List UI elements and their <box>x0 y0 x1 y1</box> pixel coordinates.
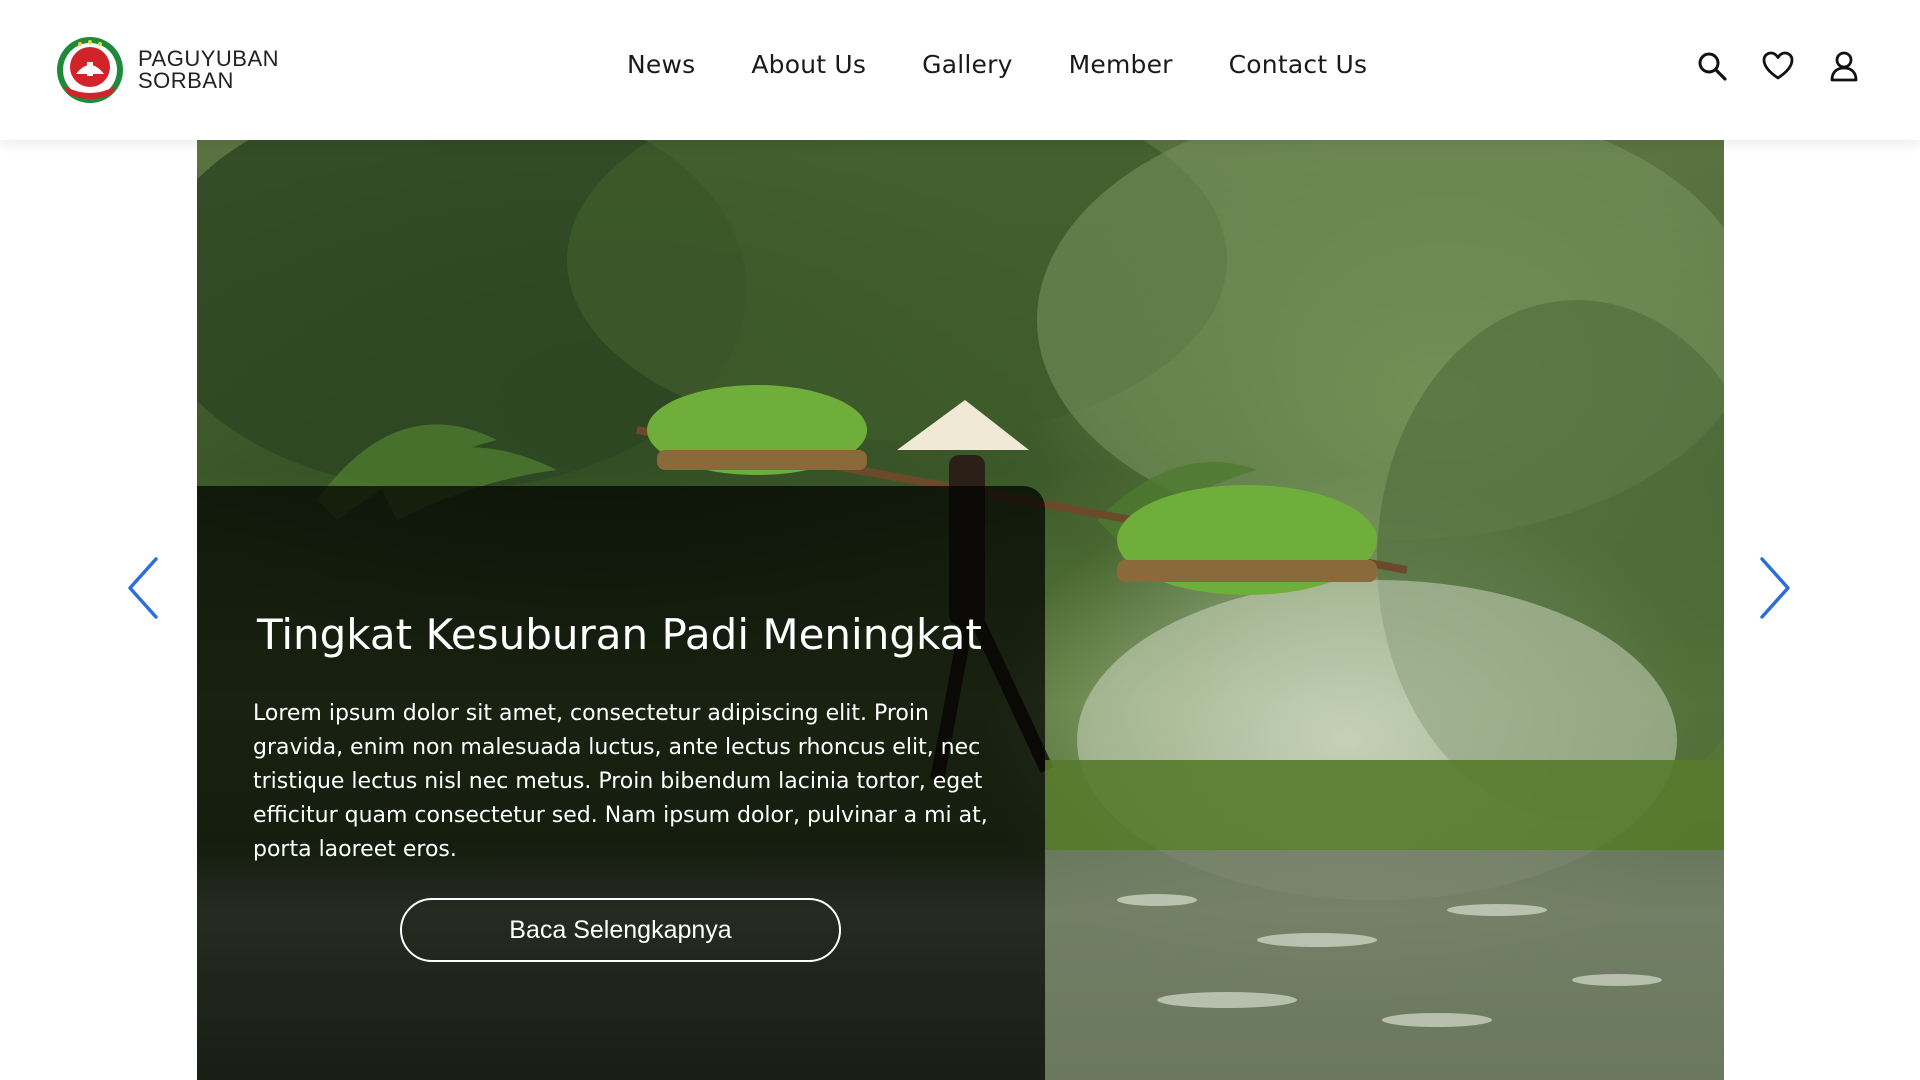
nav-item-gallery[interactable]: Gallery <box>922 50 1012 79</box>
brand-name: PAGUYUBAN SORBAN <box>138 48 279 92</box>
chevron-left-icon[interactable] <box>124 553 164 623</box>
heart-icon[interactable] <box>1762 50 1794 82</box>
header-actions <box>1696 50 1860 82</box>
user-icon[interactable] <box>1828 50 1860 82</box>
hero-caption-panel: Tingkat Kesuburan Padi Meningkat Lorem i… <box>197 486 1045 1080</box>
brand-line-1: PAGUYUBAN <box>138 46 280 71</box>
hero-title: Tingkat Kesuburan Padi Meningkat <box>257 610 982 659</box>
search-icon[interactable] <box>1696 50 1728 82</box>
brand-line-2: SORBAN <box>138 68 234 93</box>
read-more-button[interactable]: Baca Selengkapnya <box>400 898 841 962</box>
nav-item-member[interactable]: Member <box>1069 50 1173 79</box>
nav-item-contact-us[interactable]: Contact Us <box>1229 50 1368 79</box>
nav-item-about-us[interactable]: About Us <box>751 50 866 79</box>
site-header: PAGUYUBAN SORBAN News About Us Gallery M… <box>0 0 1920 140</box>
nav-item-news[interactable]: News <box>627 50 695 79</box>
paguyuban-sorban-logo <box>57 37 123 103</box>
brand[interactable]: PAGUYUBAN SORBAN <box>54 34 279 106</box>
main-nav: News About Us Gallery Member Contact Us <box>627 50 1423 79</box>
hero-description: Lorem ipsum dolor sit amet, consectetur … <box>253 701 988 862</box>
hero-slide: Tingkat Kesuburan Padi Meningkat Lorem i… <box>197 140 1724 1080</box>
chevron-right-icon[interactable] <box>1754 553 1794 623</box>
